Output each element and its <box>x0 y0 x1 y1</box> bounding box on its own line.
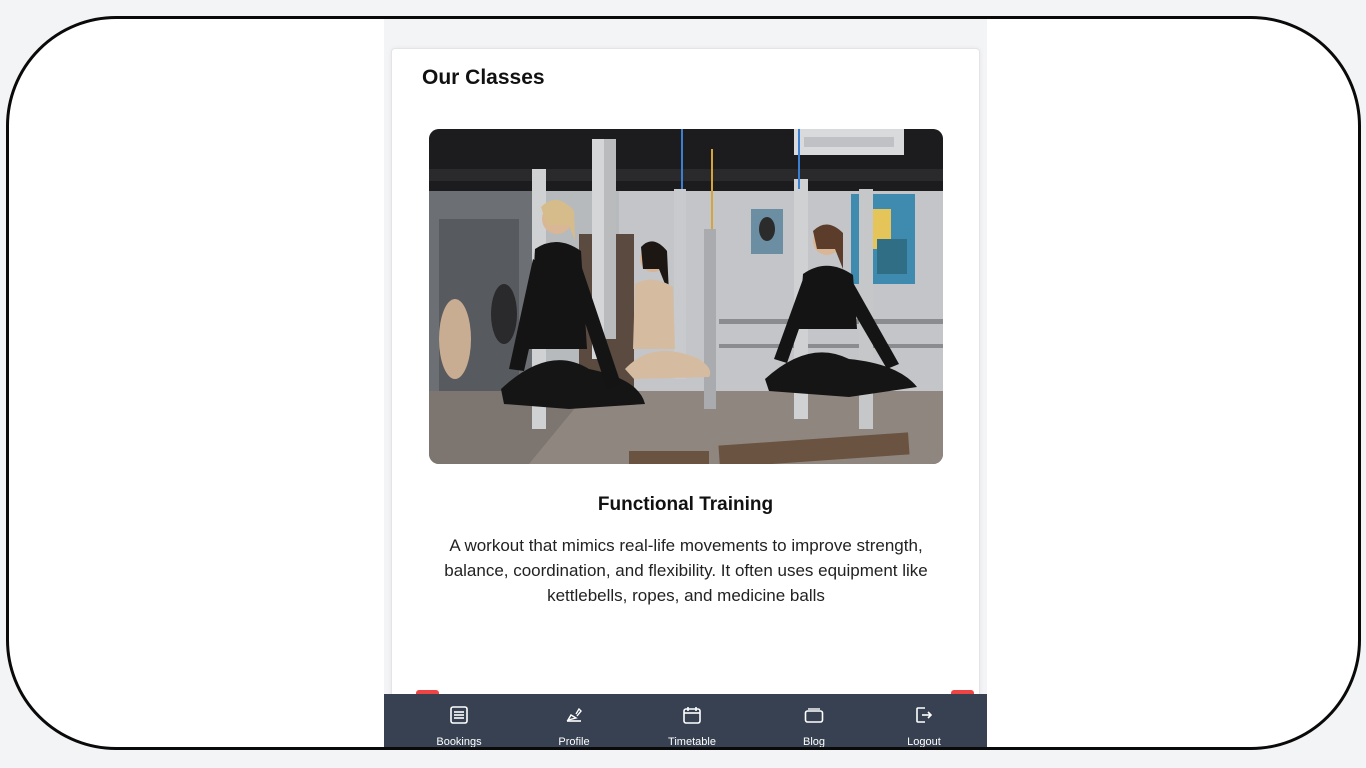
nav-item-logout[interactable]: Logout <box>874 694 974 748</box>
page-title: Our Classes <box>422 66 545 89</box>
class-image <box>429 129 943 464</box>
nav-label-bookings: Bookings <box>436 736 482 748</box>
list-icon <box>448 704 470 726</box>
nav-item-profile[interactable]: Profile <box>524 694 624 748</box>
card-icon <box>803 704 825 726</box>
calendar-icon <box>681 704 703 726</box>
class-photo-illustration <box>429 129 943 464</box>
app-screen: Our Classes Functional Training A workou… <box>384 19 987 748</box>
nav-label-timetable: Timetable <box>668 736 716 748</box>
nav-item-bookings[interactable]: Bookings <box>409 694 509 748</box>
classes-card: Our Classes Functional Training A workou… <box>391 48 980 719</box>
logout-icon <box>913 704 935 726</box>
nav-item-blog[interactable]: Blog <box>764 694 864 748</box>
nav-label-profile: Profile <box>558 736 590 748</box>
nav-item-timetable[interactable]: Timetable <box>642 694 742 748</box>
class-name: Functional Training <box>597 494 774 515</box>
edit-icon <box>563 704 585 726</box>
nav-label-logout: Logout <box>907 736 941 748</box>
nav-label-blog: Blog <box>802 736 826 748</box>
device-frame: Our Classes Functional Training A workou… <box>6 16 1361 750</box>
class-description: A workout that mimics real-life movement… <box>444 536 928 605</box>
bottom-navigation: Bookings Profile Timetable Blog Logout <box>384 694 987 748</box>
